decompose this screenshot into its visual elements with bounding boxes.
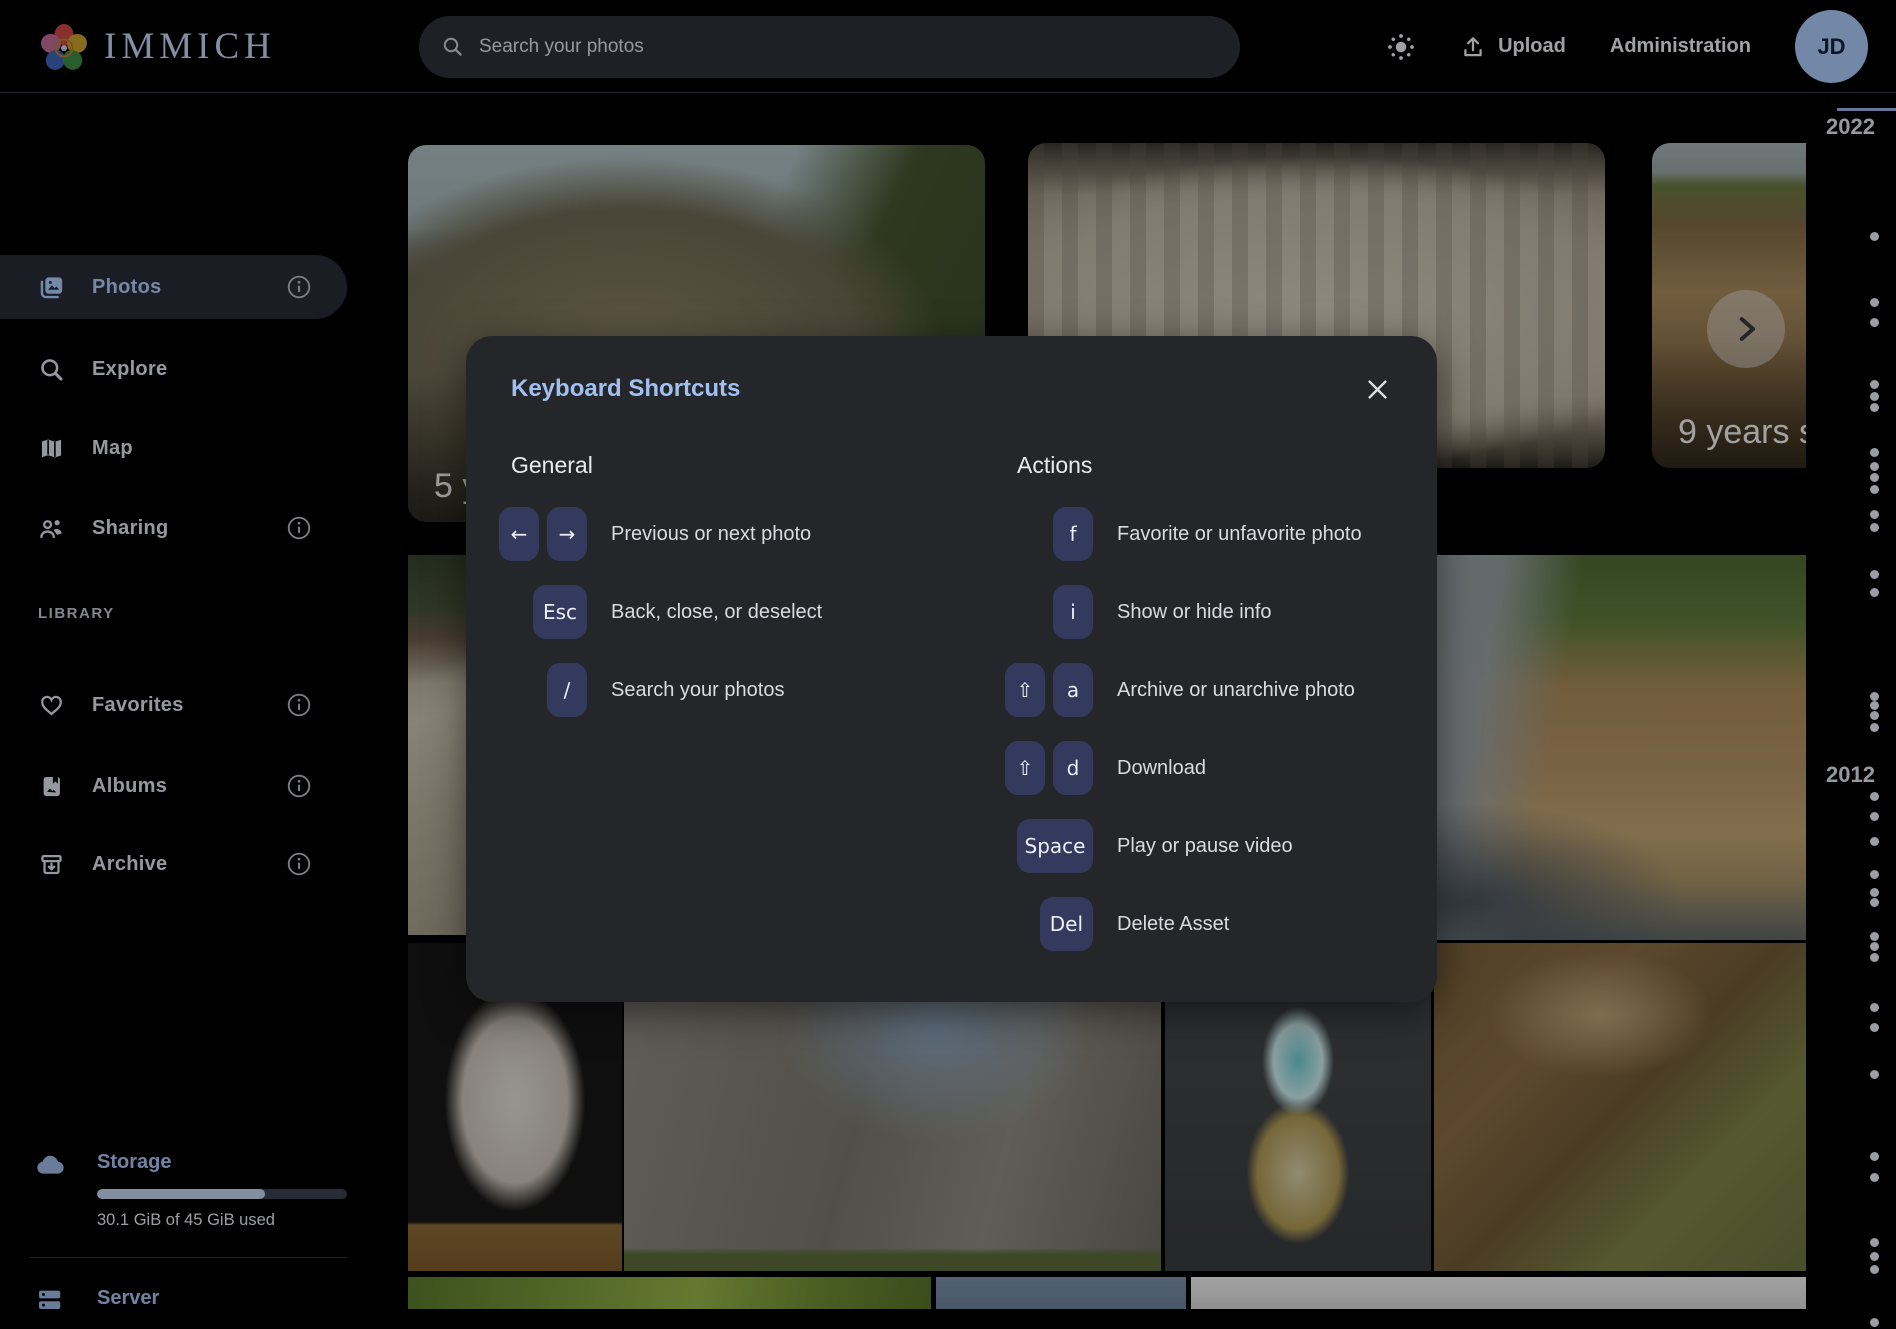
shortcut-row: i Show or hide info: [1017, 573, 1392, 651]
shortcut-row: f Favorite or unfavorite photo: [1017, 495, 1392, 573]
key-esc: Esc: [533, 585, 587, 639]
key-shift: ⇧: [1005, 663, 1045, 717]
shortcut-desc: Previous or next photo: [611, 523, 811, 546]
shortcuts-section-actions: Actions f Favorite or unfavorite photo i…: [1017, 452, 1392, 963]
key-i: i: [1053, 585, 1093, 639]
shortcut-desc: Archive or unarchive photo: [1117, 679, 1355, 702]
shortcut-row: Esc Back, close, or deselect: [511, 573, 1017, 651]
shortcut-row: ← → Previous or next photo: [511, 495, 1017, 573]
shortcut-desc: Delete Asset: [1117, 913, 1229, 936]
key-f: f: [1053, 507, 1093, 561]
shortcut-desc: Download: [1117, 757, 1206, 780]
key-shift: ⇧: [1005, 741, 1045, 795]
immich-app: 5 y 9 years si Wed, 2022 2012: [0, 0, 1896, 1329]
key-left-arrow: ←: [499, 507, 539, 561]
shortcut-desc: Back, close, or deselect: [611, 601, 822, 624]
key-right-arrow: →: [547, 507, 587, 561]
shortcut-row: / Search your photos: [511, 651, 1017, 729]
section-heading: General: [511, 452, 1017, 479]
close-button[interactable]: [1362, 374, 1392, 404]
shortcut-desc: Play or pause video: [1117, 835, 1293, 858]
key-space: Space: [1017, 819, 1093, 873]
keyboard-shortcuts-modal: Keyboard Shortcuts General ← → Previous …: [466, 336, 1437, 1002]
key-d: d: [1053, 741, 1093, 795]
key-del: Del: [1040, 897, 1093, 951]
close-icon: [1364, 376, 1391, 403]
modal-title: Keyboard Shortcuts: [511, 375, 740, 403]
key-slash: /: [547, 663, 587, 717]
shortcut-row: ⇧ a Archive or unarchive photo: [1017, 651, 1392, 729]
section-heading: Actions: [1017, 452, 1392, 479]
shortcut-desc: Favorite or unfavorite photo: [1117, 523, 1362, 546]
shortcuts-section-general: General ← → Previous or next photo Esc B: [511, 452, 1017, 963]
shortcut-row: Space Play or pause video: [1017, 807, 1392, 885]
modal-body: General ← → Previous or next photo Esc B: [511, 452, 1392, 963]
shortcut-row: ⇧ d Download: [1017, 729, 1392, 807]
modal-header: Keyboard Shortcuts: [511, 374, 1392, 404]
shortcut-desc: Show or hide info: [1117, 601, 1272, 624]
shortcut-desc: Search your photos: [611, 679, 784, 702]
key-a: a: [1053, 663, 1093, 717]
shortcut-row: Del Delete Asset: [1017, 885, 1392, 963]
